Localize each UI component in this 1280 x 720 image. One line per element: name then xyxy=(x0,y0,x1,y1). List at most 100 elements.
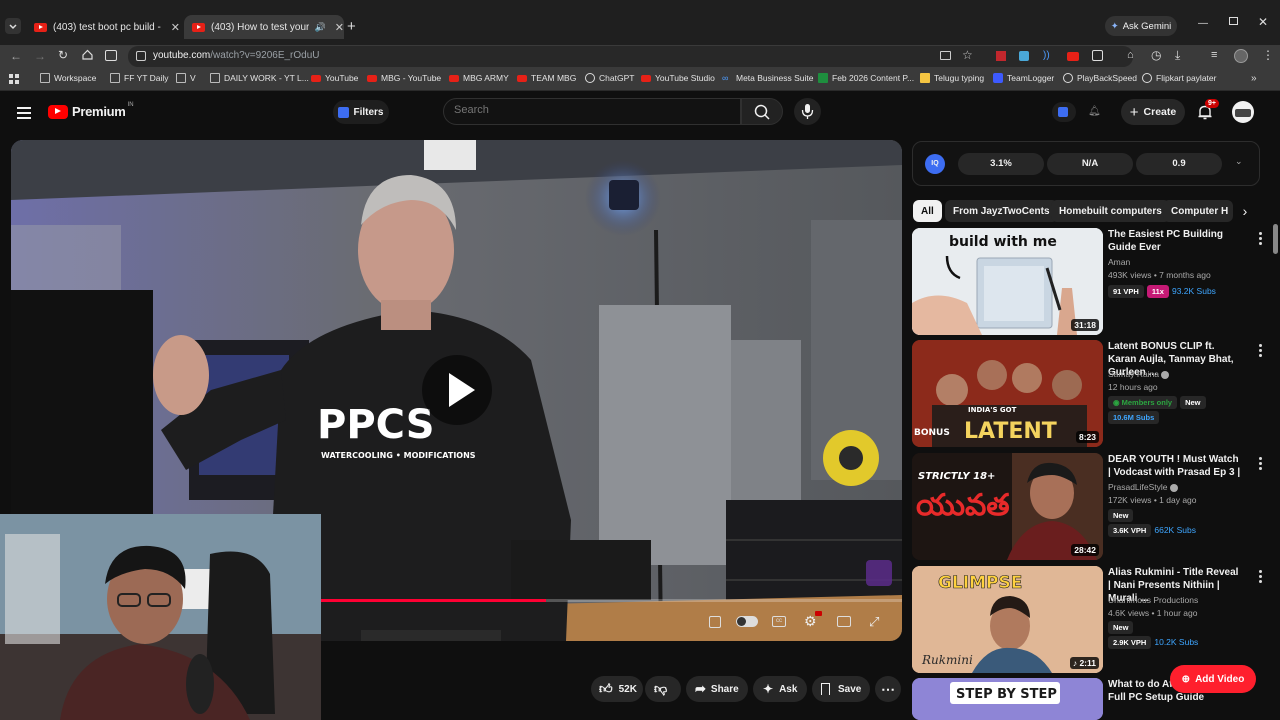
bookmark-ff-yt-daily[interactable]: FF YT Daily xyxy=(110,73,169,83)
bookmark-teamlogger[interactable]: TeamLogger xyxy=(993,73,1054,83)
ask-button[interactable]: ✦ Ask xyxy=(753,676,807,702)
chip-homebuilt-computers[interactable]: Homebuilt computers xyxy=(1051,200,1170,222)
extension-icon-3[interactable]: )) xyxy=(1043,50,1050,61)
recommendation-2[interactable]: INDIA'S GOT LATENT BONUS 8:23 Latent BON… xyxy=(912,340,1272,448)
bookmark-telugu-typing[interactable]: Telugu typing xyxy=(920,73,984,83)
iq-expand-chevron-icon[interactable]: ⌄ xyxy=(1235,156,1243,167)
reload-icon[interactable]: ↻ xyxy=(58,48,68,62)
tab-how-to-test[interactable]: (403) How to test your new 🔊 ✕ xyxy=(184,15,344,39)
voice-search-button[interactable] xyxy=(794,98,821,125)
thumbnail[interactable]: STEP BY STEP xyxy=(912,678,1103,720)
bookmark-chatgpt[interactable]: ChatGPT xyxy=(585,73,634,83)
bookmark-flipkart[interactable]: Flipkart paylater xyxy=(1142,73,1216,83)
iq-player-icon[interactable] xyxy=(709,616,721,628)
search-box[interactable] xyxy=(443,98,741,125)
chip-from-jayztwocents[interactable]: From JayzTwoCents xyxy=(945,200,1058,222)
forward-icon[interactable]: → xyxy=(34,49,46,63)
ask-gemini-button[interactable]: ✦ Ask Gemini xyxy=(1105,16,1177,36)
extension-icon-2[interactable] xyxy=(1019,51,1029,61)
split-view-icon[interactable] xyxy=(105,50,117,61)
video-title[interactable]: The Easiest PC Building Guide Ever xyxy=(1108,228,1242,254)
history-icon[interactable]: ◷ xyxy=(1151,48,1161,62)
recommendation-4[interactable]: GLIMPSE Rukmini ♪ 2:11 Alias Rukmini - T… xyxy=(912,566,1272,674)
bell-small-icon[interactable]: 🔔︎ xyxy=(1088,106,1101,117)
iq-toolbar-button[interactable] xyxy=(1052,102,1076,122)
close-tab-icon[interactable]: ✕ xyxy=(335,21,344,34)
thumbnail[interactable]: STRICTLY 18+ యువత 28:42 xyxy=(912,453,1103,560)
address-bar[interactable]: youtube.com/watch?v=9206E_rOduU ☆ xyxy=(128,46,1133,67)
bookmark-star-icon[interactable]: ☆ xyxy=(962,48,973,62)
site-info-icon[interactable] xyxy=(136,51,146,61)
video-title[interactable]: DEAR YOUTH ! Must Watch | Vodcast with P… xyxy=(1108,453,1242,479)
bookmark-feb-content[interactable]: Feb 2026 Content P... xyxy=(818,73,914,83)
close-tab-icon[interactable]: ✕ xyxy=(171,21,180,34)
channel-name[interactable]: PrasadLifeStyle xyxy=(1108,482,1178,492)
hamburger-menu-icon[interactable] xyxy=(17,107,31,119)
cast-icon[interactable] xyxy=(940,51,951,60)
bookmark-daily-work[interactable]: DAILY WORK - YT L... xyxy=(210,73,309,83)
recommendation-1[interactable]: build with me 31:18 The Easiest PC Build… xyxy=(912,228,1272,336)
user-avatar[interactable] xyxy=(1232,101,1254,123)
thumbnail[interactable]: build with me 31:18 xyxy=(912,228,1103,335)
media-controls-icon[interactable]: ≡ xyxy=(1211,49,1217,61)
new-tab-button[interactable]: + xyxy=(347,18,356,35)
page-scrollbar[interactable] xyxy=(1273,96,1278,716)
extension-icon-1[interactable] xyxy=(996,51,1006,61)
extensions-puzzle-icon[interactable] xyxy=(1092,50,1103,61)
share-button[interactable]: ➦ Share xyxy=(686,676,748,702)
tab-test-boot[interactable]: (403) test boot pc build - YouTu ✕ xyxy=(30,15,180,39)
apps-grid-icon[interactable] xyxy=(9,74,19,84)
more-options-icon[interactable] xyxy=(1259,232,1262,247)
dislike-button[interactable]: 👎︎ xyxy=(645,676,681,702)
home-icon[interactable] xyxy=(82,49,93,60)
save-button[interactable]: Save xyxy=(812,676,870,702)
bookmark-mbg-army[interactable]: MBG ARMY xyxy=(449,73,509,83)
like-button[interactable]: 👍︎ 52K xyxy=(591,676,643,702)
bookmark-workspace[interactable]: Workspace xyxy=(40,73,96,83)
create-button[interactable]: + Create xyxy=(1121,99,1185,125)
chip-computer-h[interactable]: Computer H xyxy=(1163,200,1233,222)
bookmark-v[interactable]: V xyxy=(176,73,196,83)
search-button[interactable] xyxy=(741,98,783,125)
captions-icon[interactable]: cc xyxy=(772,616,786,627)
bookmark-playbackspeed[interactable]: PlayBackSpeed xyxy=(1063,73,1137,83)
youtube-premium-logo[interactable]: Premium IN xyxy=(48,102,134,119)
minimize-button[interactable]: — xyxy=(1198,18,1208,29)
chips-next-arrow-icon[interactable]: › xyxy=(1234,200,1256,222)
channel-name[interactable]: Samay Raina xyxy=(1108,369,1170,379)
thumbnail[interactable]: INDIA'S GOT LATENT BONUS 8:23 xyxy=(912,340,1103,447)
more-options-icon[interactable] xyxy=(1259,457,1262,472)
scrollbar-thumb[interactable] xyxy=(1273,224,1278,254)
incognito-icon[interactable]: ⌂ xyxy=(1127,49,1134,61)
filters-button[interactable]: Filters xyxy=(333,100,389,124)
autoplay-toggle[interactable] xyxy=(736,616,758,627)
bookmark-youtube[interactable]: YouTube xyxy=(311,73,358,83)
search-input[interactable] xyxy=(454,104,724,116)
bookmark-team-mbg[interactable]: TEAM MBG xyxy=(517,73,576,83)
speaker-icon[interactable]: 🔊 xyxy=(315,22,326,33)
tab-list-button[interactable] xyxy=(5,18,21,34)
more-options-icon[interactable] xyxy=(1259,570,1262,585)
miniplayer-icon[interactable] xyxy=(837,616,851,627)
more-bookmarks-icon[interactable]: » xyxy=(1251,73,1257,84)
profile-avatar-icon[interactable] xyxy=(1234,49,1248,63)
play-button[interactable] xyxy=(422,355,492,425)
extension-youtube-icon[interactable] xyxy=(1067,52,1079,61)
channel-name[interactable]: Aman xyxy=(1108,257,1130,267)
channel-name[interactable]: Unanimous Productions xyxy=(1108,595,1198,605)
restore-button[interactable] xyxy=(1229,17,1238,25)
download-icon[interactable]: ⤓ xyxy=(1175,48,1180,63)
add-video-button[interactable]: ⊕ Add Video xyxy=(1170,665,1256,693)
more-options-icon[interactable] xyxy=(1259,344,1262,359)
fullscreen-icon[interactable]: ⤢ xyxy=(869,614,879,630)
bookmark-meta-business-suite[interactable]: ∞ Meta Business Suite xyxy=(722,73,813,83)
back-icon[interactable]: ← xyxy=(10,49,22,63)
bookmark-youtube-studio[interactable]: YouTube Studio xyxy=(641,73,715,83)
more-actions-button[interactable]: ⋯ xyxy=(875,676,901,702)
notifications-button[interactable]: 9+ xyxy=(1196,99,1219,121)
thumbnail[interactable]: GLIMPSE Rukmini ♪ 2:11 xyxy=(912,566,1103,673)
browser-menu-icon[interactable]: ⋮ xyxy=(1262,48,1274,62)
close-window-button[interactable]: ✕ xyxy=(1258,15,1268,29)
chip-all[interactable]: All xyxy=(913,200,942,222)
recommendation-3[interactable]: STRICTLY 18+ యువత 28:42 DEAR YOUTH ! Mus… xyxy=(912,453,1272,561)
